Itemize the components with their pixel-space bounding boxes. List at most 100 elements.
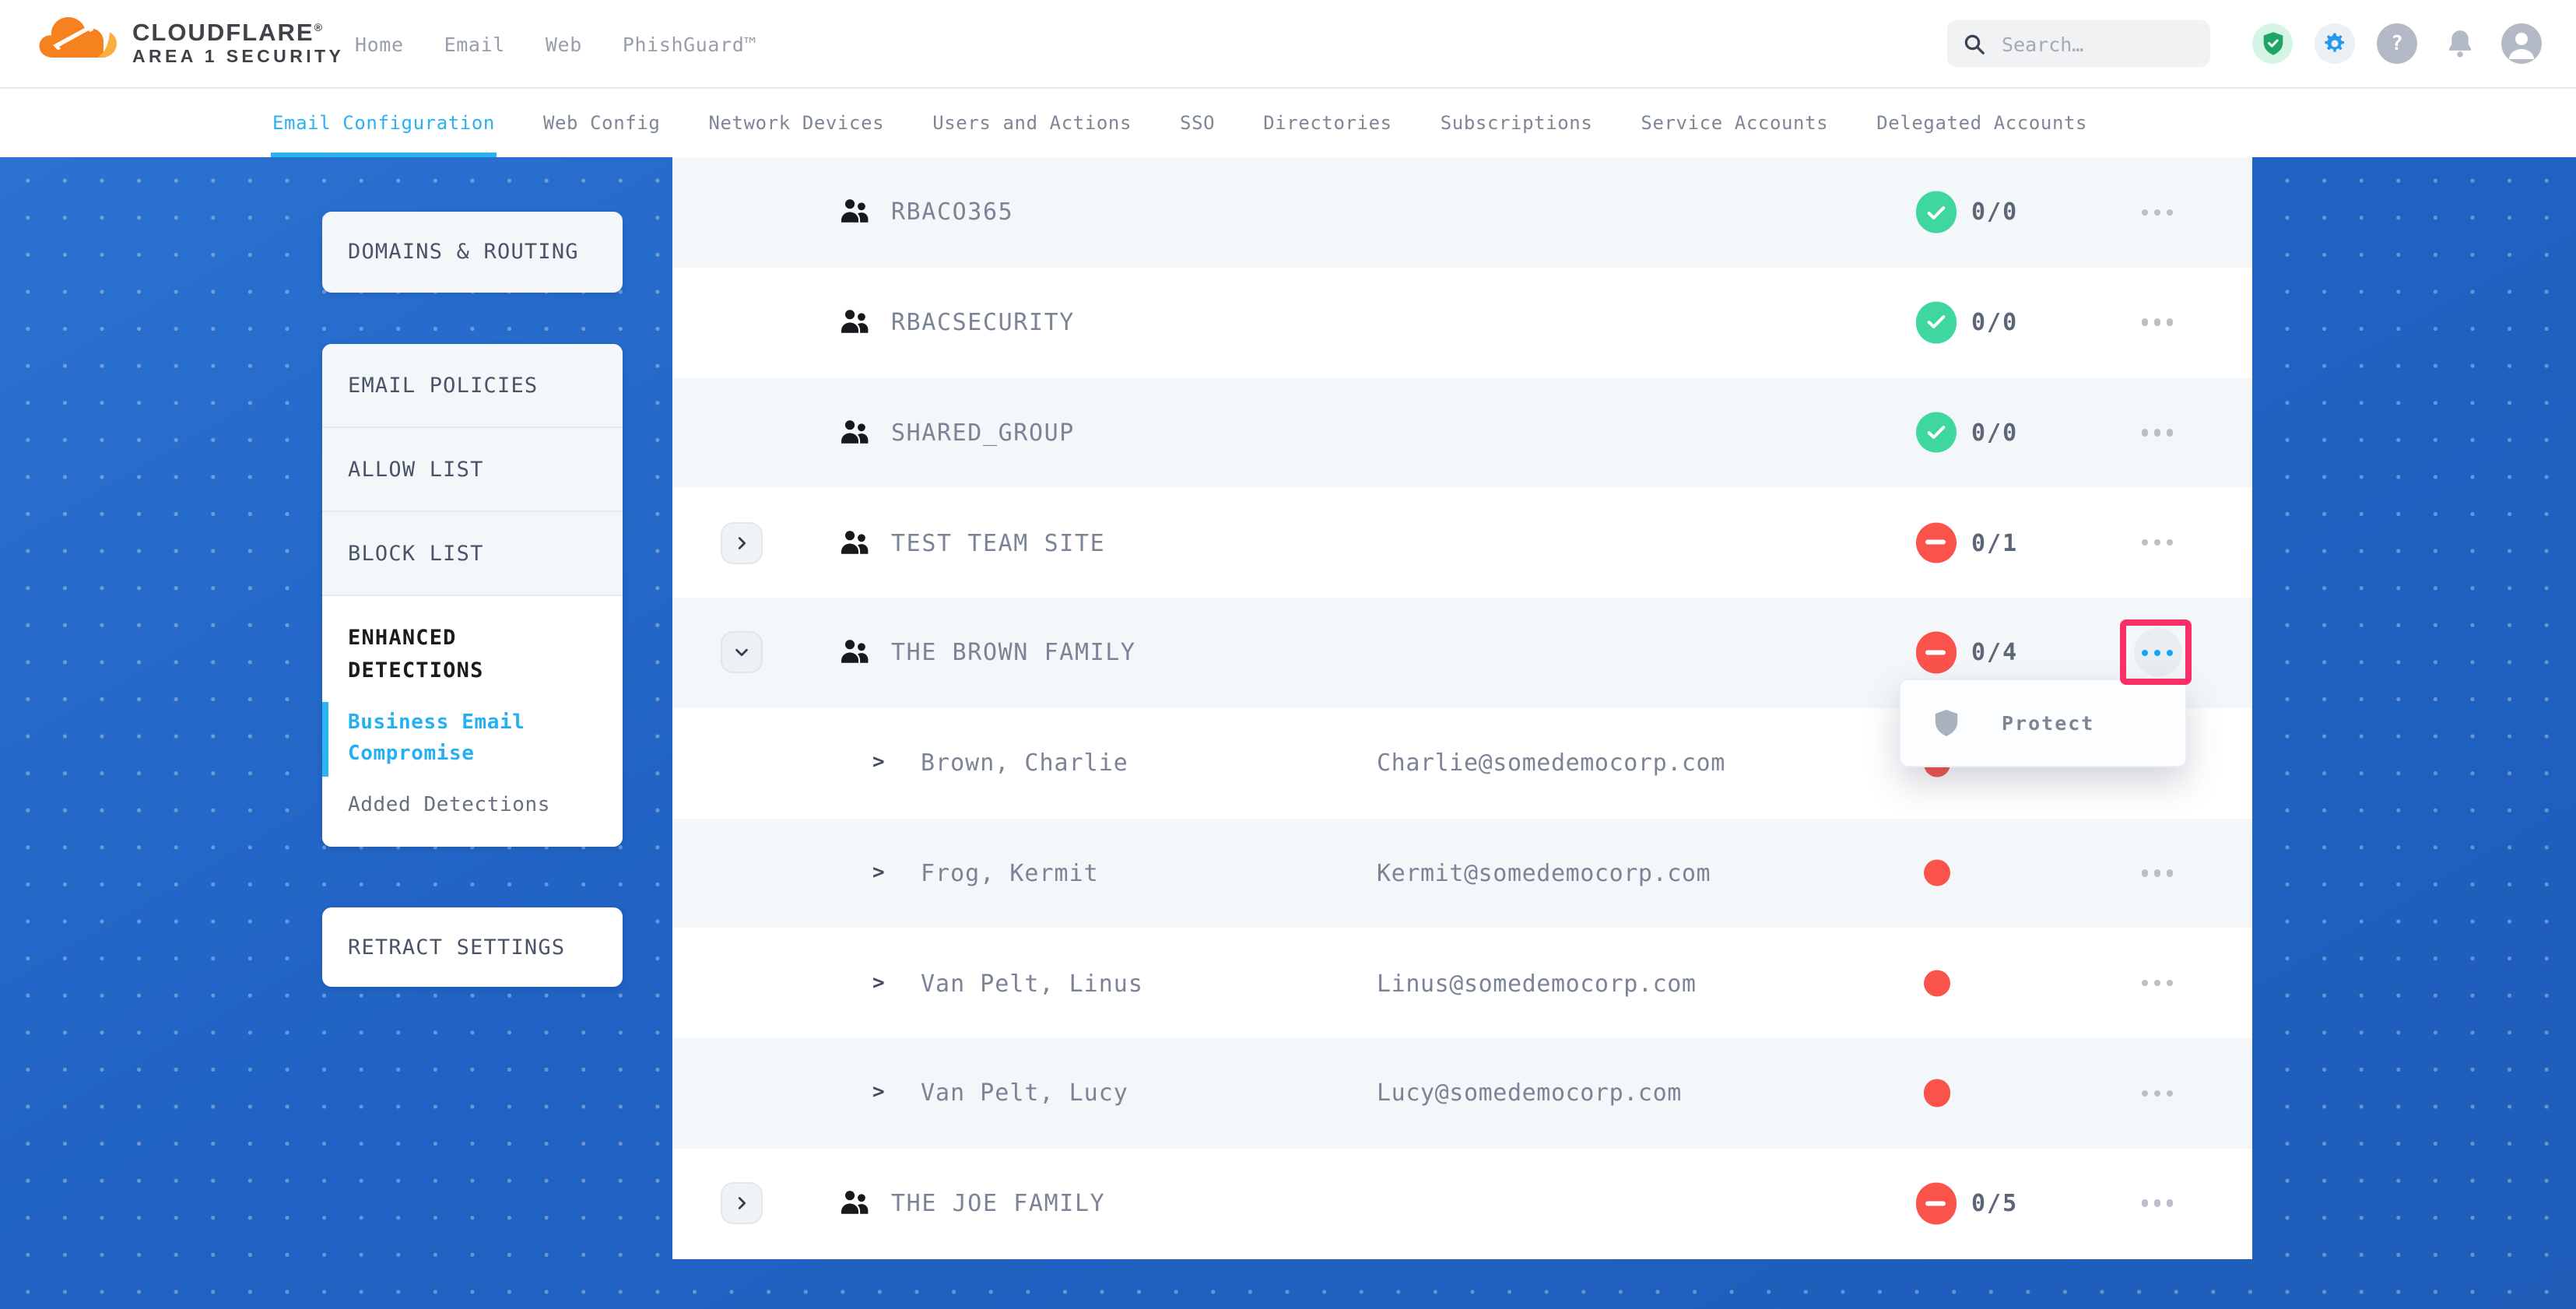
member-name: Van Pelt, Linus xyxy=(921,969,1143,997)
protect-menu-item[interactable]: Protect xyxy=(1900,680,2185,766)
protect-count: 0/5 xyxy=(1971,1189,2018,1217)
expand-collapse-button[interactable] xyxy=(720,632,762,674)
tab-web-config[interactable]: Web Config xyxy=(543,89,661,157)
group-people-icon xyxy=(837,1188,871,1218)
group-people-icon xyxy=(837,418,871,447)
sidebar-link-added-detections[interactable]: Added Detections xyxy=(348,791,601,822)
group-name: RBACO365 xyxy=(891,198,1013,226)
header-icon-cluster: ? xyxy=(2252,0,2542,87)
group-name: RBACSECURITY xyxy=(891,308,1075,336)
member-chevron-icon[interactable]: > xyxy=(872,971,885,995)
sidebar-item-label: ALLOW LIST xyxy=(321,457,484,482)
sidebar-card-retract-settings[interactable]: RETRACT SETTINGS xyxy=(321,907,623,987)
tab-service-accounts[interactable]: Service Accounts xyxy=(1641,89,1828,157)
nav-link-phishguard[interactable]: PhishGuard™ xyxy=(623,32,756,55)
app-root: CLOUDFLARE® AREA 1 SECURITY Home Email Web… xyxy=(0,0,2576,1309)
expand--button[interactable] xyxy=(720,1182,762,1224)
nav-link-home[interactable]: Home xyxy=(355,32,404,55)
group-name: THE JOE FAMILY xyxy=(891,1189,1105,1217)
protection-status-icon[interactable] xyxy=(2252,23,2293,64)
table-row-frog-kermit[interactable]: > Frog, Kermit Kermit@somedemocorp.com xyxy=(672,818,2251,928)
tab-sso[interactable]: SSO xyxy=(1180,89,1215,157)
member-name: Frog, Kermit xyxy=(921,859,1099,887)
tab-delegated-accounts[interactable]: Delegated Accounts xyxy=(1876,89,2087,157)
row-context-menu: Protect xyxy=(1899,679,2187,767)
row-menu-button[interactable] xyxy=(2133,959,2181,1007)
minus-icon xyxy=(1926,540,1946,545)
logo-brand-text: CLOUDFLARE xyxy=(132,20,314,47)
table-row-test-team-site[interactable]: TEST TEAM SITE 0/1 xyxy=(672,488,2251,598)
sidebar-card-domains-routing[interactable]: DOMAINS & ROUTING xyxy=(321,212,623,293)
member-chevron-icon[interactable]: > xyxy=(872,751,885,774)
tab-network-devices[interactable]: Network Devices xyxy=(708,89,884,157)
row-menu-button[interactable] xyxy=(2133,1069,2181,1118)
enhanced-detections-section: ENHANCED DETECTIONS Business Email Compr… xyxy=(321,596,623,847)
settings-gear-icon[interactable] xyxy=(2315,23,2355,64)
logo-text: CLOUDFLARE® AREA 1 SECURITY xyxy=(132,16,344,68)
search-box[interactable] xyxy=(1947,20,2210,67)
search-input[interactable] xyxy=(1999,30,2184,57)
enhanced-detections-title: ENHANCED DETECTIONS xyxy=(348,623,601,688)
tab-users-and-actions[interactable]: Users and Actions xyxy=(932,89,1132,157)
row-menu-button[interactable] xyxy=(2133,298,2181,346)
sidebar-item-block-list[interactable]: BLOCK LIST xyxy=(321,512,623,596)
row-menu-button[interactable] xyxy=(2133,518,2181,567)
sidebar-link-business-email-compromise[interactable]: Business Email Compromise xyxy=(348,708,601,770)
row-menu-button[interactable] xyxy=(2133,188,2181,237)
protect-count: 0/0 xyxy=(1971,198,2018,226)
table-row-van-pelt-lucy[interactable]: > Van Pelt, Lucy Lucy@somedemocorp.com xyxy=(672,1038,2251,1149)
nav-link-email[interactable]: Email xyxy=(444,32,505,55)
table-row-shared-group[interactable]: SHARED_GROUP0/0 xyxy=(672,377,2251,488)
table-row-van-pelt-linus[interactable]: >Van Pelt, LinusLinus@somedemocorp.com xyxy=(672,928,2251,1039)
member-email: Kermit@somedemocorp.com xyxy=(1377,859,1711,887)
table-row-rbaco365[interactable]: RBACO365 0/0 xyxy=(672,157,2251,268)
tab-directories[interactable]: Directories xyxy=(1263,89,1392,157)
group-people-icon xyxy=(837,528,871,557)
member-email: Lucy@somedemocorp.com xyxy=(1377,1079,1682,1107)
row-menu-button[interactable] xyxy=(2133,1179,2181,1227)
cloudflare-logo[interactable]: CLOUDFLARE® AREA 1 SECURITY xyxy=(36,12,344,72)
table-row-rbacsecurity[interactable]: RBACSECURITY 0/0 xyxy=(672,268,2251,378)
group-name: TEST TEAM SITE xyxy=(891,528,1105,556)
member-email: Charlie@somedemocorp.com xyxy=(1377,749,1725,777)
notifications-bell-icon[interactable] xyxy=(2439,23,2479,64)
expand--button[interactable] xyxy=(720,521,762,563)
sidebar-item-label: BLOCK LIST xyxy=(321,541,484,566)
row-menu-button[interactable] xyxy=(2133,409,2181,457)
click-highlight-annotation xyxy=(2120,619,2192,685)
group-people-icon xyxy=(837,307,871,337)
group-name: SHARED_GROUP xyxy=(891,419,1075,447)
table-row-the-joe-family[interactable]: THE JOE FAMILY 0/5 xyxy=(672,1149,2251,1259)
group-people-icon xyxy=(837,198,871,227)
sidebar-item-label: EMAIL POLICIES xyxy=(321,373,538,398)
sidebar-policy-items: EMAIL POLICIES ALLOW LIST BLOCK LIST xyxy=(321,344,623,596)
group-people-icon xyxy=(837,638,871,668)
tab-email-configuration[interactable]: Email Configuration xyxy=(272,89,495,157)
nav-link-web[interactable]: Web xyxy=(546,32,582,55)
sidebar-item-allow-list[interactable]: ALLOW LIST xyxy=(321,428,623,512)
member-chevron-icon[interactable]: > xyxy=(872,862,885,885)
protect-count: 0/0 xyxy=(1971,308,2018,336)
status-ok-badge xyxy=(1915,412,1957,453)
sidebar-item-email-policies[interactable]: EMAIL POLICIES xyxy=(321,344,623,428)
member-name: Brown, Charlie xyxy=(921,749,1128,777)
status-blocked-badge xyxy=(1915,1183,1957,1224)
protect-count: 0/1 xyxy=(1971,528,2018,556)
sidebar-item-domains-routing: DOMAINS & ROUTING xyxy=(321,240,579,265)
enhanced-detections-links: Business Email Compromise Added Detection… xyxy=(348,708,601,822)
protect-label: Protect xyxy=(2002,711,2094,735)
tab-subscriptions[interactable]: Subscriptions xyxy=(1441,89,1593,157)
status-blocked-badge xyxy=(1915,632,1957,673)
cloudflare-cloud-icon xyxy=(36,12,120,72)
account-avatar-icon[interactable] xyxy=(2501,23,2542,64)
minus-icon xyxy=(1926,1201,1946,1205)
status-ok-badge xyxy=(1915,302,1957,343)
sidebar-item-retract-settings: RETRACT SETTINGS xyxy=(321,935,565,960)
member-chevron-icon[interactable]: > xyxy=(872,1082,885,1105)
help-icon[interactable]: ? xyxy=(2377,23,2417,64)
row-menu-button[interactable] xyxy=(2133,849,2181,897)
primary-nav: Home Email Web PhishGuard™ xyxy=(355,0,756,87)
search-icon xyxy=(1963,32,1986,55)
config-subnav: Email Configuration Web Config Network Dev… xyxy=(0,89,2576,157)
member-name: Van Pelt, Lucy xyxy=(921,1079,1128,1107)
